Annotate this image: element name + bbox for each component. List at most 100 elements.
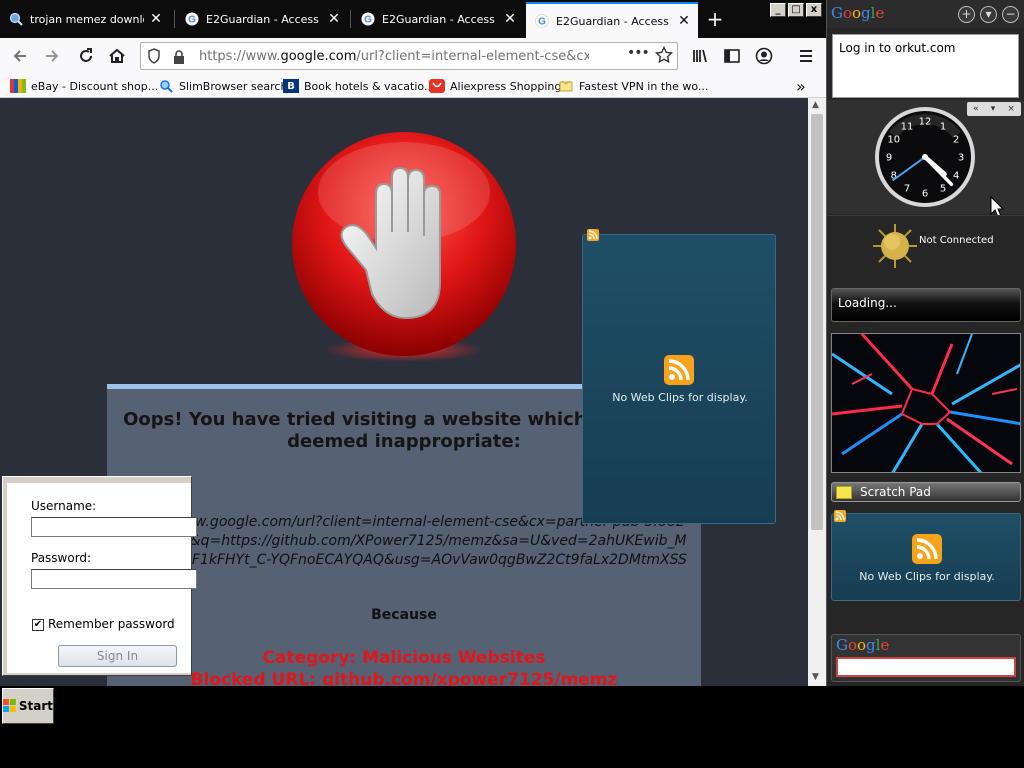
tab-title: trojan memez download bbox=[30, 12, 144, 26]
sidebar-menu-button[interactable]: ▾ bbox=[980, 6, 997, 23]
account-button[interactable] bbox=[752, 44, 776, 68]
tab-close-icon[interactable]: ✕ bbox=[326, 11, 342, 27]
scrollbar-thumb[interactable] bbox=[811, 114, 823, 530]
login-dialog: Username: Password: ✔ Remember password … bbox=[2, 476, 197, 676]
bookmark-star-icon[interactable] bbox=[654, 45, 674, 68]
start-button[interactable]: Start bbox=[2, 688, 54, 724]
scratch-pad-gadget[interactable]: Scratch Pad bbox=[831, 482, 1021, 502]
lock-icon[interactable] bbox=[173, 49, 185, 68]
remember-password-checkbox[interactable]: ✔ bbox=[32, 619, 44, 631]
web-clips-gadget-floating[interactable]: No Web Clips for display. bbox=[582, 229, 776, 524]
tab-strip: trojan memez download ✕ G E2Guardian - A… bbox=[0, 0, 826, 38]
new-tab-button[interactable]: + bbox=[704, 8, 726, 30]
stop-hand-icon bbox=[292, 132, 516, 362]
home-button[interactable] bbox=[105, 44, 129, 68]
clock-numeral: 10 bbox=[887, 135, 900, 146]
bookmark-vpn[interactable]: Fastest VPN in the wo... bbox=[558, 78, 708, 94]
logo-letter: g bbox=[861, 4, 871, 22]
library-button[interactable] bbox=[688, 44, 712, 68]
page-actions-button[interactable]: ••• bbox=[627, 45, 650, 61]
bookmark-label: SlimBrowser search bbox=[179, 79, 288, 93]
neon-tunnel-photo bbox=[832, 334, 1020, 472]
logo-letter: o bbox=[857, 636, 867, 654]
reload-icon bbox=[80, 48, 92, 62]
close-window-button[interactable]: x bbox=[806, 3, 822, 17]
reload-button[interactable] bbox=[74, 44, 98, 68]
google-favicon-icon: G bbox=[360, 11, 376, 27]
clock-numeral: 3 bbox=[958, 153, 964, 164]
photo-gadget-image[interactable] bbox=[831, 333, 1021, 473]
todo-item[interactable]: Log in to orkut.com bbox=[839, 41, 955, 55]
logo-letter: o bbox=[842, 4, 853, 22]
tab-e2guardian-active[interactable]: G E2Guardian - Access Denied ✕ bbox=[526, 2, 698, 38]
rss-badge-icon bbox=[587, 229, 599, 241]
clock-numeral: 12 bbox=[919, 117, 932, 128]
window-controls: _ □ x bbox=[770, 3, 822, 17]
scratch-pad-label: Scratch Pad bbox=[860, 485, 931, 499]
menu-button[interactable] bbox=[794, 44, 818, 68]
tab-close-icon[interactable]: ✕ bbox=[502, 11, 518, 27]
logo-letter: G bbox=[831, 4, 843, 22]
tab-e2guardian-1[interactable]: G E2Guardian - Access Denied ✕ bbox=[176, 3, 348, 35]
clock-numeral: 1 bbox=[940, 121, 946, 132]
google-search-input[interactable] bbox=[836, 657, 1016, 677]
password-input[interactable] bbox=[31, 569, 197, 589]
remove-gadget-button[interactable]: × bbox=[1007, 102, 1015, 116]
tab-title: E2Guardian - Access Denied bbox=[382, 12, 498, 26]
bookmarks-overflow-button[interactable]: » bbox=[796, 77, 806, 96]
tab-divider bbox=[174, 10, 175, 28]
minimize-button[interactable]: _ bbox=[770, 3, 786, 17]
weather-status: Not Connected bbox=[919, 235, 994, 246]
logo-letter: e bbox=[880, 636, 890, 654]
scroll-up-arrow-icon[interactable]: ▲ bbox=[812, 100, 819, 110]
bookmarks-toolbar: eBay - Discount shop... SlimBrowser sear… bbox=[0, 74, 826, 98]
tab-trojan-memez[interactable]: trojan memez download ✕ bbox=[0, 3, 170, 35]
gadget-menu-button[interactable]: ▾ bbox=[991, 102, 996, 116]
account-icon bbox=[755, 47, 773, 65]
clock-numeral: 4 bbox=[953, 171, 959, 182]
back-button[interactable] bbox=[8, 44, 32, 68]
taskbar: Start bbox=[0, 686, 1024, 768]
bookmark-slimbrowser[interactable]: SlimBrowser search bbox=[158, 78, 287, 94]
url-host: google.com bbox=[280, 49, 357, 64]
tab-close-icon[interactable]: ✕ bbox=[676, 13, 692, 29]
maximize-button[interactable]: □ bbox=[788, 3, 804, 17]
page-scrollbar[interactable]: ▲ ▼ bbox=[808, 98, 826, 686]
ebay-icon bbox=[10, 79, 26, 93]
tab-title: E2Guardian - Access Denied bbox=[556, 14, 672, 28]
logo-letter: o bbox=[847, 636, 858, 654]
bookmark-aliexpress[interactable]: Aliexpress Shopping bbox=[429, 78, 561, 94]
news-gadget-loading: Loading... bbox=[831, 288, 1021, 322]
scroll-down-arrow-icon[interactable]: ▼ bbox=[812, 672, 819, 682]
bookmark-booking[interactable]: B Book hotels & vacatio... bbox=[283, 78, 434, 94]
add-gadget-button[interactable]: + bbox=[958, 6, 975, 23]
notepad-icon bbox=[836, 485, 852, 499]
clock-numeral: 5 bbox=[940, 184, 946, 195]
bookmark-ebay[interactable]: eBay - Discount shop... bbox=[10, 78, 158, 94]
svg-text:G: G bbox=[364, 15, 372, 26]
clock-numeral: 7 bbox=[904, 184, 910, 195]
clock-gadget: « ▾ × 12 1 2 3 4 5 6 7 8 9 10 11 bbox=[827, 100, 1024, 218]
web-clips-gadget[interactable]: No Web Clips for display. bbox=[831, 510, 1021, 601]
web-clips-empty-message: No Web Clips for display. bbox=[612, 391, 748, 404]
tracking-shield-icon[interactable] bbox=[147, 48, 161, 68]
google-logo[interactable]: Google bbox=[831, 4, 884, 22]
sidebar-toggle-button[interactable] bbox=[720, 44, 744, 68]
back-arrow-icon bbox=[13, 50, 26, 62]
forward-button[interactable] bbox=[40, 44, 64, 68]
username-input[interactable] bbox=[31, 517, 197, 537]
tab-e2guardian-2[interactable]: G E2Guardian - Access Denied ✕ bbox=[352, 3, 524, 35]
tab-close-icon[interactable]: ✕ bbox=[148, 11, 164, 27]
address-bar[interactable]: https://www.google.com/url?client=intern… bbox=[140, 42, 678, 70]
sign-in-button[interactable]: Sign In bbox=[58, 645, 177, 667]
todo-gadget[interactable]: Log in to orkut.com bbox=[832, 34, 1019, 98]
sidebar-minimize-button[interactable]: − bbox=[1002, 6, 1019, 23]
remember-password-label: Remember password bbox=[48, 617, 175, 631]
svg-text:G: G bbox=[538, 17, 546, 28]
desktop: trojan memez download ✕ G E2Guardian - A… bbox=[0, 0, 1024, 768]
aliexpress-icon bbox=[429, 79, 445, 93]
sun-icon bbox=[873, 224, 917, 268]
library-icon bbox=[693, 49, 707, 63]
weather-gadget[interactable]: Not Connected bbox=[827, 215, 1024, 285]
search-favicon-icon bbox=[8, 11, 24, 27]
